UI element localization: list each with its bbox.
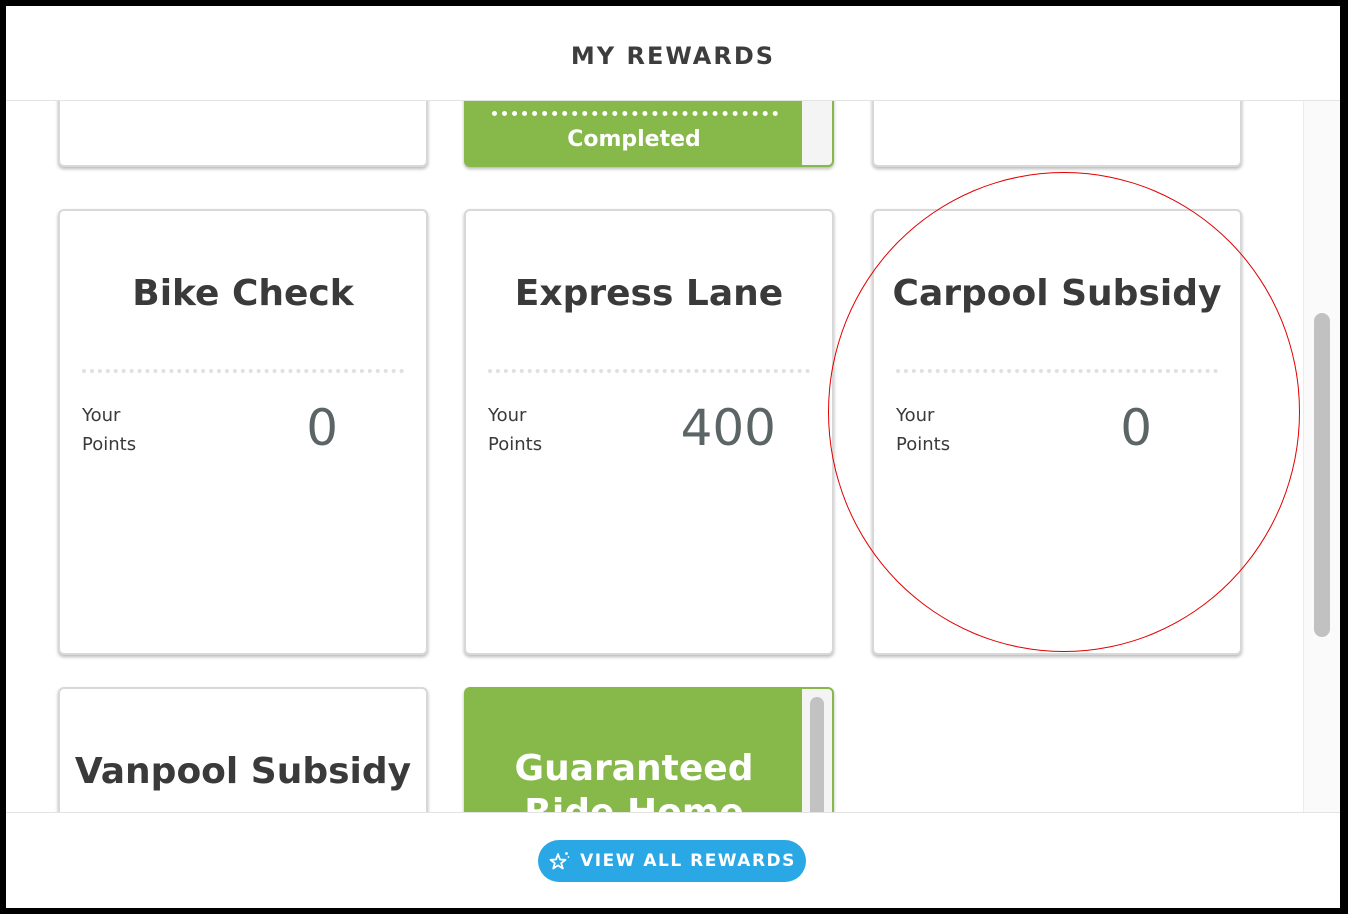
points-value: 0 xyxy=(1120,399,1152,457)
page-scrollbar-thumb[interactable] xyxy=(1314,313,1330,637)
completed-divider xyxy=(492,111,778,116)
card-scrollbar-track[interactable] xyxy=(802,689,832,813)
points-label-line2: Points xyxy=(488,434,543,455)
points-label-line1: Your xyxy=(82,405,121,426)
reward-card-partial-left[interactable] xyxy=(58,101,428,167)
footer: VIEW ALL REWARDS xyxy=(6,812,1340,908)
card-scrollbar-track[interactable] xyxy=(802,101,832,165)
reward-card-partial-right[interactable] xyxy=(872,101,1242,167)
reward-title: Express Lane xyxy=(514,273,784,314)
reward-card-bike-check[interactable]: Bike Check Your Points 0 xyxy=(58,209,428,655)
view-all-rewards-button[interactable]: VIEW ALL REWARDS xyxy=(538,840,806,882)
points-label: Your Points xyxy=(488,401,542,459)
reward-card-carpool-subsidy[interactable]: Carpool Subsidy Your Points 0 xyxy=(872,209,1242,655)
points-label-line2: Points xyxy=(82,434,137,455)
points-label-line1: Your xyxy=(488,405,527,426)
rewards-grid[interactable]: Completed Bike Check Your Points 0 Expre… xyxy=(6,101,1340,813)
header: MY REWARDS xyxy=(6,6,1340,101)
reward-title-line2: Ride Home xyxy=(524,792,744,813)
points-label-line2: Points xyxy=(896,434,951,455)
card-divider xyxy=(488,369,810,373)
reward-title: Bike Check xyxy=(132,273,354,314)
reward-card-vanpool-subsidy[interactable]: Vanpool Subsidy xyxy=(58,687,428,813)
reward-title: Vanpool Subsidy xyxy=(74,751,412,792)
view-all-rewards-label: VIEW ALL REWARDS xyxy=(580,851,796,871)
reward-card-guaranteed-ride-home[interactable]: Guaranteed Ride Home xyxy=(464,687,834,813)
reward-title-line1: Guaranteed xyxy=(514,748,754,789)
page-scrollbar-track[interactable] xyxy=(1303,101,1340,813)
sparkle-star-icon xyxy=(548,850,570,872)
card-divider xyxy=(82,369,404,373)
points-label: Your Points xyxy=(896,401,950,459)
points-label-line1: Your xyxy=(896,405,935,426)
reward-title: Guaranteed Ride Home xyxy=(466,747,802,813)
reward-title: Carpool Subsidy xyxy=(892,273,1222,314)
completed-status: Completed xyxy=(567,127,701,152)
page-title: MY REWARDS xyxy=(570,42,776,70)
card-scrollbar-thumb[interactable] xyxy=(810,697,824,813)
points-value: 400 xyxy=(680,399,776,457)
rewards-window: MY REWARDS Completed Bike Check Your Poi… xyxy=(0,0,1348,914)
reward-card-completed[interactable]: Completed xyxy=(464,101,834,167)
points-label: Your Points xyxy=(82,401,136,459)
points-value: 0 xyxy=(306,399,338,457)
reward-card-express-lane[interactable]: Express Lane Your Points 400 xyxy=(464,209,834,655)
card-divider xyxy=(896,369,1218,373)
